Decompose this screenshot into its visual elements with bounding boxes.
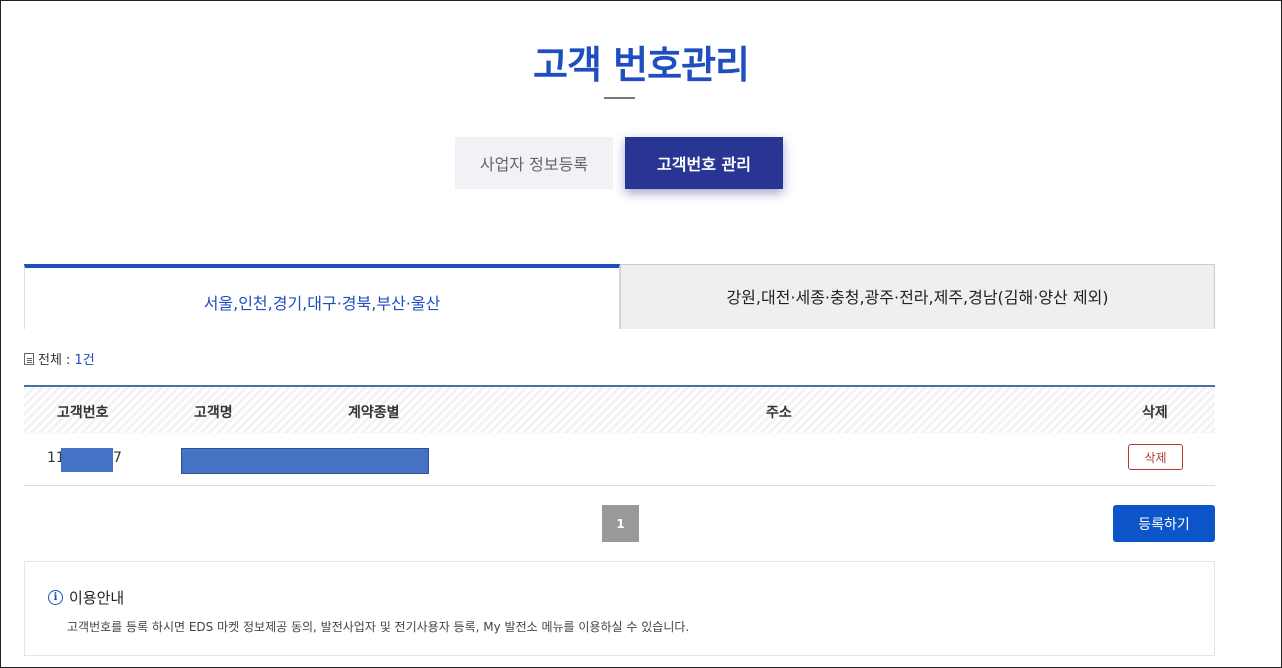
count-prefix: 전체 : <box>38 353 71 368</box>
document-icon <box>24 352 34 365</box>
tab-business-info[interactable]: 사업자 정보등록 <box>455 137 613 189</box>
customer-table: 고객번호 고객명 계약종별 주소 삭제 11 7 삭제 <box>24 385 1215 486</box>
header-customer-name: 고객명 <box>194 405 233 421</box>
top-tabs: 사업자 정보등록 고객번호 관리 <box>455 137 783 189</box>
redaction-customer-name <box>181 448 429 474</box>
page-title: 고객 번호관리 <box>533 43 750 87</box>
tab-region-other[interactable]: 강원,대전·세종·충청,광주·전라,제주,경남(김해·양산 제외) <box>620 264 1215 329</box>
header-delete: 삭제 <box>1142 405 1168 421</box>
usage-notice: i 이용안내 고객번호를 등록 하시면 EDS 마켓 정보제공 동의, 발전사업… <box>24 561 1215 656</box>
notice-title: 이용안내 <box>69 589 125 607</box>
table-row: 11 7 삭제 <box>24 433 1215 486</box>
register-button[interactable]: 등록하기 <box>1113 505 1215 542</box>
header-customer-no: 고객번호 <box>57 405 109 421</box>
count-value: 1건 <box>74 353 95 368</box>
info-icon: i <box>48 590 63 605</box>
header-address: 주소 <box>766 405 792 421</box>
total-count: 전체 : 1건 <box>24 349 95 368</box>
tab-customer-number[interactable]: 고객번호 관리 <box>625 137 783 189</box>
notice-header: i 이용안내 <box>48 587 124 608</box>
customer-no-end: 7 <box>113 450 122 466</box>
pagination-page-1[interactable]: 1 <box>602 505 639 542</box>
notice-text: 고객번호를 등록 하시면 EDS 마켓 정보제공 동의, 발전사업자 및 전기사… <box>67 620 690 634</box>
title-divider <box>604 97 635 99</box>
delete-button[interactable]: 삭제 <box>1128 444 1183 470</box>
region-tabs: 서울,인천,경기,대구·경북,부산·울산 강원,대전·세종·충청,광주·전라,제… <box>24 264 1215 329</box>
table-header: 고객번호 고객명 계약종별 주소 삭제 <box>24 385 1215 433</box>
redaction-customer-no <box>61 448 113 472</box>
tab-region-capital[interactable]: 서울,인천,경기,대구·경북,부산·울산 <box>24 264 620 329</box>
header-contract-type: 계약종별 <box>348 405 400 421</box>
